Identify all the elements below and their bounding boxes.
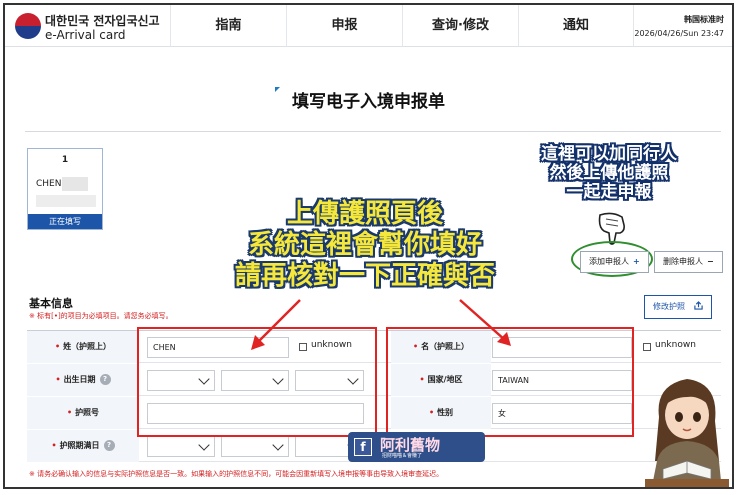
companion-annotation: 這裡可以加同行人 然後上傳他護照 一起走申報 (493, 145, 725, 202)
brand-english[interactable]: e-Arrival card (45, 28, 126, 42)
nav-query-edit[interactable]: 查询·修改 (402, 5, 518, 47)
chevron-down-icon (272, 439, 284, 451)
facebook-icon: f (354, 438, 372, 456)
chevron-down-icon (198, 439, 210, 451)
delete-declarant-button[interactable]: 删除申报人 − (654, 251, 723, 273)
autofill-annotation-line-1: 上傳護照頁後 (286, 199, 443, 229)
reading-girl-illustration (645, 379, 729, 487)
brand-korean[interactable]: 대한민국 전자입국신고 (45, 12, 160, 29)
watermark-subtext: 招財喵喵＆會賺了 (382, 453, 423, 459)
nav-notice[interactable]: 通知 (518, 5, 634, 47)
screenshot-frame: 대한민국 전자입국신고 e-Arrival card 指南 申报 查询·修改 通… (3, 3, 734, 489)
dob-label: • 出生日期? (27, 364, 139, 396)
add-declarant-label: 添加申报人 (589, 257, 629, 266)
given-unknown-checkbox[interactable] (643, 343, 651, 351)
companion-annotation-line-2: 然後上傳他護照 (549, 163, 669, 183)
passport-number-label: • 护照号 (27, 397, 139, 429)
site-header: 대한민국 전자입국신고 e-Arrival card 指南 申报 查询·修改 通… (5, 5, 732, 47)
plus-icon: + (633, 257, 640, 266)
autofill-annotation: 上傳護照頁後 系統這裡會幫你填好 請再核對一下正確與否 (155, 199, 575, 292)
redacted-name-block (62, 177, 88, 191)
declarant-number: 1 (61, 155, 69, 165)
annotation-arrows (251, 299, 511, 350)
expiry-month-select[interactable] (221, 436, 289, 457)
declarant-name: CHEN (36, 179, 62, 189)
declarant-status: 正在填写 (28, 214, 102, 229)
edit-passport-button[interactable]: 修改护照 (644, 295, 712, 319)
taegeuk-logo-icon (15, 13, 41, 39)
clock-label: 韩国标准时 (684, 15, 724, 24)
redacted-detail-block (36, 195, 96, 207)
expiry-year-select[interactable] (147, 436, 215, 457)
clock-value: 2026/04/26/Sun 23:47 (634, 29, 724, 38)
declarant-card[interactable]: 1 CHEN 正在填写 (27, 148, 103, 230)
expiry-label: • 护照期满日? (27, 430, 139, 462)
autofill-annotation-line-2: 系統這裡會幫你填好 (247, 230, 482, 260)
surname-label: • 姓（护照上） (27, 331, 139, 363)
edit-passport-label: 修改护照 (653, 302, 685, 311)
section-title: 基本信息 (29, 297, 73, 310)
autofill-annotation-line-3: 請再核對一下正確與否 (234, 261, 495, 291)
title-divider (25, 131, 721, 132)
required-note: ※ 标有[•]的项目为必填项目。请您务必填写。 (29, 312, 173, 320)
nav-declare[interactable]: 申报 (286, 5, 402, 47)
delete-declarant-label: 删除申报人 (663, 257, 703, 266)
blog-watermark: f 阿利舊物 招財喵喵＆會賺了 (348, 432, 485, 462)
share-icon (693, 301, 703, 310)
kst-clock: 韩国标准时 2026/04/26/Sun 23:47 (634, 13, 724, 41)
help-icon[interactable]: ? (99, 374, 111, 385)
companion-annotation-line-1: 這裡可以加同行人 (541, 144, 677, 164)
pointing-hand-icon (598, 212, 625, 245)
add-declarant-button[interactable]: 添加申报人 + (580, 251, 649, 273)
help-icon[interactable]: ? (103, 440, 115, 451)
given-unknown-label: unknown (655, 340, 696, 350)
accuracy-note: ※ 请务必确认输入的信息与实际护照信息是否一致。如果输入的护照信息不同，可能会因… (29, 470, 444, 478)
page-title: 填写电子入境申报单 (292, 92, 445, 112)
nav-guide[interactable]: 指南 (170, 5, 286, 47)
minus-icon: − (707, 257, 714, 266)
